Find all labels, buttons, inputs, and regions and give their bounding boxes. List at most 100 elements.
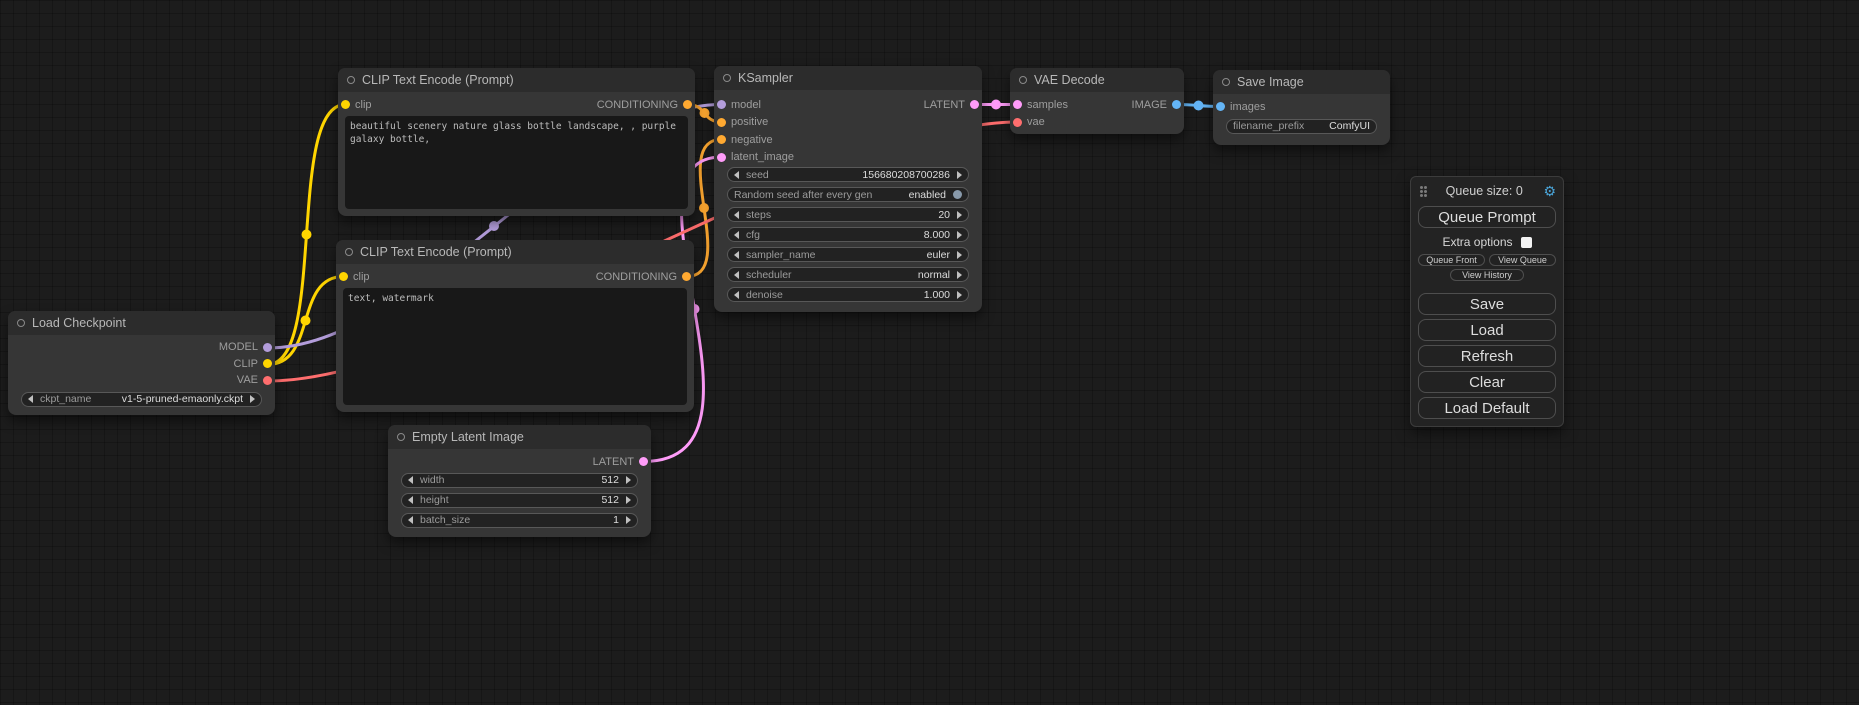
- output-slot-conditioning[interactable]: CONDITIONING: [597, 99, 692, 111]
- input-slot-negative[interactable]: negative: [717, 134, 773, 146]
- latent-slot-dot[interactable]: [639, 457, 648, 466]
- decrement-arrow-icon[interactable]: [734, 251, 739, 259]
- node-title-bar[interactable]: CLIP Text Encode (Prompt): [336, 240, 694, 264]
- increment-arrow-icon[interactable]: [957, 231, 962, 239]
- queue-front-button[interactable]: Queue Front: [1418, 254, 1485, 266]
- model-slot-dot[interactable]: [717, 100, 726, 109]
- decrement-arrow-icon[interactable]: [734, 171, 739, 179]
- collapse-dot-icon[interactable]: [347, 76, 355, 84]
- menu-header[interactable]: Queue size: 0 ⚙: [1418, 183, 1556, 199]
- node-title-bar[interactable]: Save Image: [1213, 70, 1390, 94]
- prompt-textarea[interactable]: text, watermark: [343, 288, 687, 406]
- prompt-textarea[interactable]: beautiful scenery nature glass bottle la…: [345, 116, 688, 210]
- node-title-bar[interactable]: Load Checkpoint: [8, 311, 275, 335]
- vae-slot-dot[interactable]: [263, 376, 272, 385]
- input-slot-samples[interactable]: samples: [1013, 99, 1068, 111]
- decrement-arrow-icon[interactable]: [734, 291, 739, 299]
- node-vae-decode[interactable]: VAE Decode samples IMAGE vae: [1010, 68, 1184, 134]
- node-clip-text-encode-positive[interactable]: CLIP Text Encode (Prompt) clip CONDITION…: [338, 68, 695, 216]
- output-slot-vae[interactable]: VAE: [237, 374, 272, 386]
- input-slot-latent-image[interactable]: latent_image: [717, 151, 794, 163]
- output-slot-latent[interactable]: LATENT: [593, 456, 648, 468]
- clip-slot-dot[interactable]: [339, 272, 348, 281]
- increment-arrow-icon[interactable]: [626, 476, 631, 484]
- output-slot-latent[interactable]: LATENT: [924, 99, 979, 111]
- increment-arrow-icon[interactable]: [957, 251, 962, 259]
- widget-ckpt-name[interactable]: ckpt_name v1-5-pruned-emaonly.ckpt: [21, 392, 262, 407]
- output-slot-conditioning[interactable]: CONDITIONING: [596, 271, 691, 283]
- input-slot-clip[interactable]: clip: [341, 99, 372, 111]
- widget-random-seed-toggle[interactable]: Random seed after every gen enabled: [727, 187, 969, 202]
- widget-height[interactable]: height 512: [401, 493, 638, 508]
- widget-width[interactable]: width 512: [401, 473, 638, 488]
- decrement-arrow-icon[interactable]: [734, 231, 739, 239]
- output-slot-image[interactable]: IMAGE: [1132, 99, 1181, 111]
- node-title-bar[interactable]: KSampler: [714, 66, 982, 90]
- increment-arrow-icon[interactable]: [626, 496, 631, 504]
- decrement-arrow-icon[interactable]: [734, 271, 739, 279]
- widget-batch-size[interactable]: batch_size 1: [401, 513, 638, 528]
- refresh-button[interactable]: Refresh: [1418, 345, 1556, 367]
- input-slot-vae[interactable]: vae: [1013, 116, 1045, 128]
- conditioning-slot-dot[interactable]: [717, 118, 726, 127]
- load-default-button[interactable]: Load Default: [1418, 397, 1556, 419]
- decrement-arrow-icon[interactable]: [408, 516, 413, 524]
- clip-slot-dot[interactable]: [341, 100, 350, 109]
- widget-seed[interactable]: seed 156680208700286: [727, 167, 969, 182]
- widget-cfg[interactable]: cfg 8.000: [727, 227, 969, 242]
- input-slot-images[interactable]: images: [1216, 101, 1265, 113]
- input-slot-model[interactable]: model: [717, 99, 761, 111]
- conditioning-slot-dot[interactable]: [717, 135, 726, 144]
- increment-arrow-icon[interactable]: [957, 211, 962, 219]
- increment-arrow-icon[interactable]: [957, 171, 962, 179]
- node-title-bar[interactable]: Empty Latent Image: [388, 425, 651, 449]
- latent-slot-dot[interactable]: [970, 100, 979, 109]
- drag-handle-icon[interactable]: [1420, 186, 1423, 189]
- latent-slot-dot[interactable]: [1013, 100, 1022, 109]
- decrement-arrow-icon[interactable]: [734, 211, 739, 219]
- decrement-arrow-icon[interactable]: [28, 395, 33, 403]
- node-title-bar[interactable]: VAE Decode: [1010, 68, 1184, 92]
- collapse-dot-icon[interactable]: [723, 74, 731, 82]
- increment-arrow-icon[interactable]: [250, 395, 255, 403]
- decrement-arrow-icon[interactable]: [408, 476, 413, 484]
- extra-options-checkbox[interactable]: [1521, 237, 1532, 248]
- view-history-button[interactable]: View History: [1450, 269, 1524, 281]
- collapse-dot-icon[interactable]: [1222, 78, 1230, 86]
- image-slot-dot[interactable]: [1216, 102, 1225, 111]
- queue-prompt-button[interactable]: Queue Prompt: [1418, 206, 1556, 228]
- settings-gear-icon[interactable]: ⚙: [1543, 184, 1556, 198]
- widget-filename-prefix[interactable]: filename_prefix ComfyUI: [1226, 119, 1377, 134]
- node-load-checkpoint[interactable]: Load Checkpoint MODEL CLIP VAE: [8, 311, 275, 415]
- increment-arrow-icon[interactable]: [957, 291, 962, 299]
- conditioning-slot-dot[interactable]: [683, 100, 692, 109]
- output-slot-clip[interactable]: CLIP: [234, 358, 272, 370]
- widget-sampler-name[interactable]: sampler_name euler: [727, 247, 969, 262]
- collapse-dot-icon[interactable]: [1019, 76, 1027, 84]
- node-save-image[interactable]: Save Image images filename_prefix ComfyU…: [1213, 70, 1390, 145]
- node-title-bar[interactable]: CLIP Text Encode (Prompt): [338, 68, 695, 92]
- conditioning-slot-dot[interactable]: [682, 272, 691, 281]
- collapse-dot-icon[interactable]: [17, 319, 25, 327]
- increment-arrow-icon[interactable]: [957, 271, 962, 279]
- node-empty-latent-image[interactable]: Empty Latent Image LATENT width 512 heig…: [388, 425, 651, 537]
- collapse-dot-icon[interactable]: [345, 248, 353, 256]
- clip-slot-dot[interactable]: [263, 359, 272, 368]
- decrement-arrow-icon[interactable]: [408, 496, 413, 504]
- widget-scheduler[interactable]: scheduler normal: [727, 267, 969, 282]
- save-button[interactable]: Save: [1418, 293, 1556, 315]
- widget-steps[interactable]: steps 20: [727, 207, 969, 222]
- increment-arrow-icon[interactable]: [626, 516, 631, 524]
- model-slot-dot[interactable]: [263, 343, 272, 352]
- load-button[interactable]: Load: [1418, 319, 1556, 341]
- latent-slot-dot[interactable]: [717, 153, 726, 162]
- collapse-dot-icon[interactable]: [397, 433, 405, 441]
- clear-button[interactable]: Clear: [1418, 371, 1556, 393]
- node-clip-text-encode-negative[interactable]: CLIP Text Encode (Prompt) clip CONDITION…: [336, 240, 694, 412]
- image-slot-dot[interactable]: [1172, 100, 1181, 109]
- widget-denoise[interactable]: denoise 1.000: [727, 287, 969, 302]
- input-slot-clip[interactable]: clip: [339, 271, 370, 283]
- input-slot-positive[interactable]: positive: [717, 116, 768, 128]
- view-queue-button[interactable]: View Queue: [1489, 254, 1556, 266]
- vae-slot-dot[interactable]: [1013, 118, 1022, 127]
